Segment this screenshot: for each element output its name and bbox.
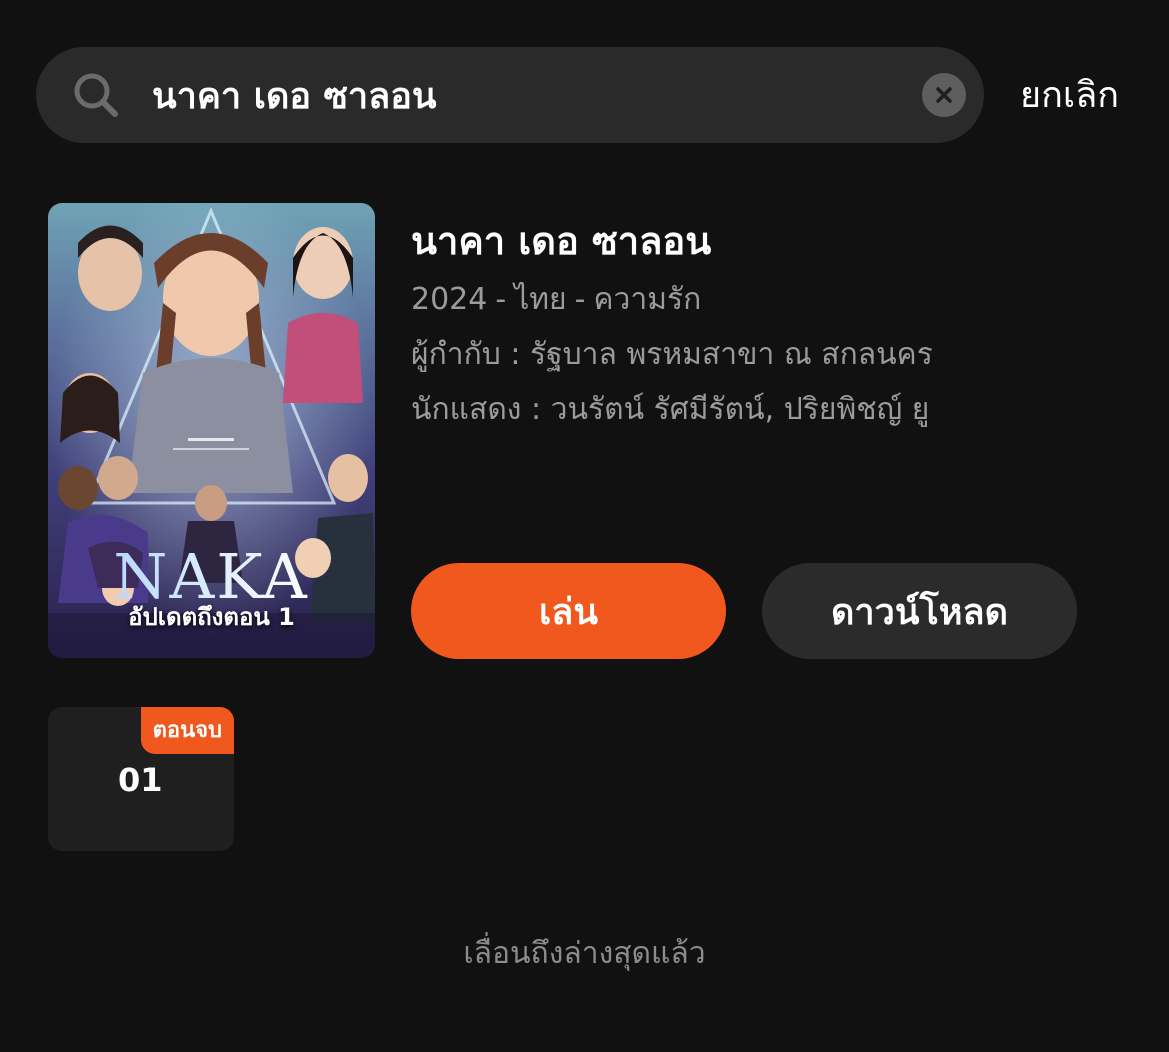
poster-artwork: NAKA <box>48 203 375 658</box>
search-bar[interactable] <box>36 47 984 143</box>
separator: - <box>495 282 507 317</box>
close-icon <box>936 87 952 103</box>
download-button[interactable]: ดาวน์โหลด <box>762 563 1077 659</box>
poster-image[interactable]: NAKA อัปเดตถึงตอน 1 <box>48 203 375 658</box>
play-button[interactable]: เล่น <box>411 563 726 659</box>
search-results-page: ยกเลิก <box>0 0 1169 1052</box>
result-year: 2024 <box>411 282 488 317</box>
poster-update-badge: อัปเดตถึงตอน 1 <box>128 603 295 631</box>
episode-tile[interactable]: ตอนจบ 01 <box>48 707 234 851</box>
episode-final-badge: ตอนจบ <box>140 707 234 754</box>
clear-search-button[interactable] <box>922 73 966 117</box>
end-of-list-text: เลื่อนถึงล่างสุดแล้ว <box>463 936 706 971</box>
search-input[interactable] <box>152 65 922 125</box>
result-director: ผู้กำกับ : รัฐบาล พรหมสาขา ณ สกลนคร <box>411 337 933 372</box>
result-title[interactable]: นาคา เดอ ซาลอน <box>411 210 711 271</box>
separator: - <box>574 282 586 317</box>
episode-number: 01 <box>118 761 163 799</box>
result-cast: นักแสดง : วนรัตน์ รัศมีรัตน์, ปริยพิชญ์ … <box>411 392 930 427</box>
result-genre: ความรัก <box>593 282 702 317</box>
result-year-country-genre: 2024- ไทย - ความรัก <box>411 276 701 323</box>
result-country: ไทย <box>514 282 567 317</box>
cancel-button[interactable]: ยกเลิก <box>1020 68 1119 124</box>
search-icon <box>70 69 122 121</box>
